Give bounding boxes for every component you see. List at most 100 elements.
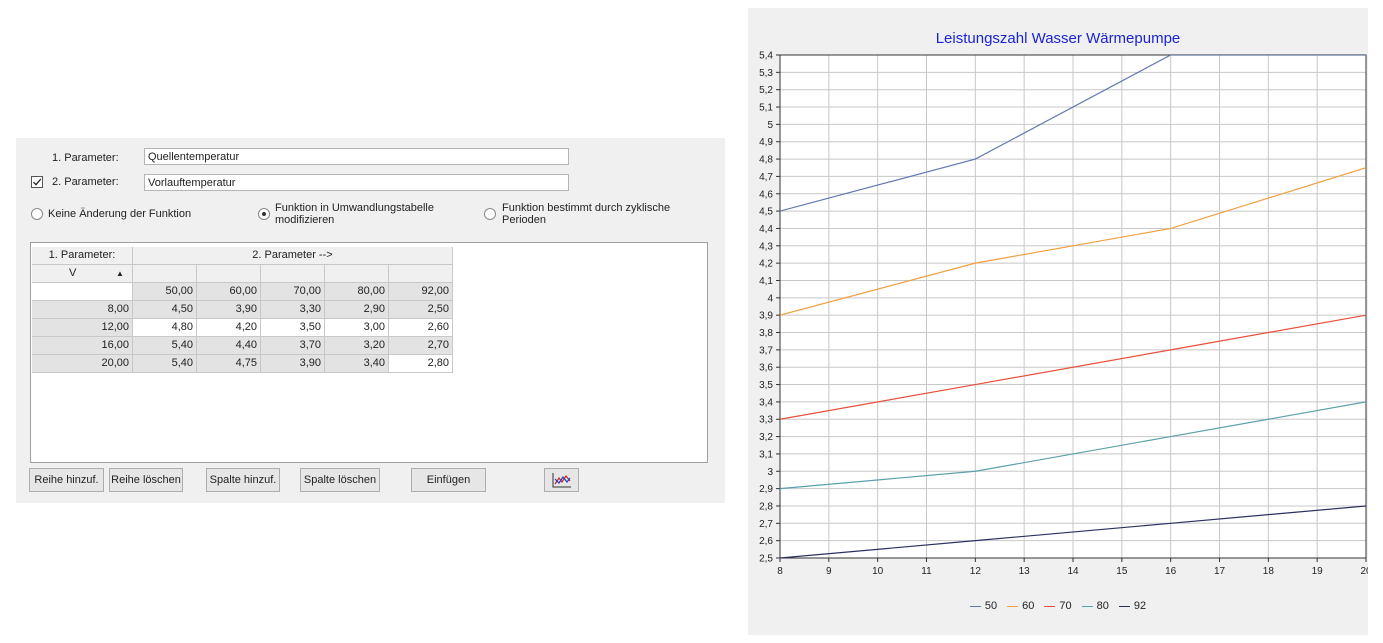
y-tick-label: 2,8 — [759, 501, 773, 512]
y-tick-label: 4,7 — [759, 172, 773, 183]
x-tick-label: 8 — [777, 566, 783, 577]
checkmark-icon — [33, 178, 42, 186]
delete-row-button[interactable]: Reihe löschen — [109, 468, 183, 492]
radio-no-change[interactable] — [31, 208, 43, 220]
legend-label: 80 — [1096, 600, 1109, 612]
table-cell[interactable]: 2,50 — [389, 301, 453, 319]
line-chart-icon — [552, 473, 571, 488]
y-tick-label: 5,2 — [759, 85, 773, 96]
table-cell[interactable]: 4,20 — [197, 319, 261, 337]
x-tick-label: 20 — [1360, 566, 1368, 577]
y-tick-label: 3,2 — [759, 432, 773, 443]
column-value-cell[interactable]: 60,00 — [197, 283, 261, 301]
y-tick-label: 3,8 — [759, 328, 773, 339]
table-cell[interactable]: 3,50 — [261, 319, 325, 337]
conversion-table-panel: 1. Parameter: Quellentemperatur 2. Param… — [16, 138, 725, 503]
y-tick-label: 3,6 — [759, 363, 773, 374]
y-tick-label: 4 — [767, 293, 773, 304]
radio-cyclic-periods[interactable] — [484, 208, 496, 220]
paste-button[interactable]: Einfügen — [411, 468, 486, 492]
table-cell[interactable]: 3,20 — [325, 337, 389, 355]
add-row-button[interactable]: Reihe hinzuf. — [29, 468, 104, 492]
table-cell[interactable]: 4,50 — [133, 301, 197, 319]
table-cell[interactable]: 3,90 — [261, 355, 325, 373]
param1-input[interactable]: Quellentemperatur — [144, 148, 569, 165]
y-tick-label: 3,7 — [759, 345, 773, 356]
cop-chart: Leistungszahl Wasser Wärmepumpe 8 9 10 11 12… — [748, 8, 1368, 635]
table-cell[interactable]: 2,90 — [325, 301, 389, 319]
y-tick-label: 4,9 — [759, 137, 773, 148]
column-subheader[interactable] — [261, 265, 325, 283]
y-tick-label: 4,8 — [759, 155, 773, 166]
column-value-cell[interactable]: 50,00 — [133, 283, 197, 301]
column-value-cell[interactable]: 80,00 — [325, 283, 389, 301]
y-tick-label: 2,5 — [759, 554, 773, 565]
corner-subheader-label: V — [69, 267, 77, 279]
table-cell[interactable]: 2,70 — [389, 337, 453, 355]
table-cell[interactable]: 2,80 — [389, 355, 453, 373]
x-tick-label: 17 — [1214, 566, 1226, 577]
show-chart-button[interactable] — [544, 468, 579, 492]
x-tick-label: 18 — [1263, 566, 1275, 577]
chart-plot: 8 9 10 11 12 13 14 15 16 17 18 19 20 2,5 2,6 2,7 2,8 2,9 3… — [759, 51, 1368, 578]
row-label-cell[interactable]: 16,00 — [32, 337, 133, 355]
radio-modify-table-label: Funktion in Umwandlungstabelle modifizie… — [275, 202, 434, 226]
legend-label: 92 — [1133, 600, 1147, 612]
column-subheader[interactable] — [133, 265, 197, 283]
table-cell[interactable]: 3,30 — [261, 301, 325, 319]
conversion-table[interactable]: 1. Parameter: 2. Parameter --> V ▲ 50,00… — [30, 242, 708, 463]
radio-modify-table[interactable] — [258, 208, 270, 220]
y-tick-label: 2,7 — [759, 519, 773, 530]
x-tick-label: 14 — [1067, 566, 1079, 577]
y-tick-label: 3,5 — [759, 380, 773, 391]
param2-label: 2. Parameter: — [52, 176, 119, 188]
column-subheader[interactable] — [325, 265, 389, 283]
y-tick-label: 5,1 — [759, 103, 773, 114]
table-cell[interactable]: 4,40 — [197, 337, 261, 355]
x-tick-label: 10 — [872, 566, 884, 577]
corner-header[interactable]: 1. Parameter: — [32, 247, 133, 265]
table-cell[interactable]: 3,70 — [261, 337, 325, 355]
legend-swatch — [1081, 605, 1093, 607]
param2-checkbox[interactable] — [31, 176, 43, 188]
legend-item-60: 60 — [1007, 600, 1034, 612]
table-cell[interactable]: 5,40 — [133, 355, 197, 373]
y-tick-label: 4,5 — [759, 207, 773, 218]
corner-subheader[interactable]: V ▲ — [32, 265, 133, 283]
table-cell[interactable]: 4,75 — [197, 355, 261, 373]
table-cell[interactable]: 3,00 — [325, 319, 389, 337]
row-label-cell[interactable]: 20,00 — [32, 355, 133, 373]
legend-label: 60 — [1022, 600, 1035, 612]
column-value-cell[interactable]: 92,00 — [389, 283, 453, 301]
param2-input[interactable]: Vorlauftemperatur — [144, 174, 569, 191]
table-cell[interactable]: 4,80 — [133, 319, 197, 337]
table-cell[interactable]: 3,90 — [197, 301, 261, 319]
add-column-button[interactable]: Spalte hinzuf. — [206, 468, 280, 492]
column-subheader[interactable] — [197, 265, 261, 283]
legend-label: 70 — [1059, 600, 1072, 612]
row-label-cell[interactable]: 8,00 — [32, 301, 133, 319]
corner-blank-cell[interactable] — [32, 283, 133, 301]
delete-column-button[interactable]: Spalte löschen — [300, 468, 380, 492]
row-label-cell[interactable]: 12,00 — [32, 319, 133, 337]
table-cell[interactable]: 5,40 — [133, 337, 197, 355]
x-tick-label: 9 — [826, 566, 832, 577]
y-tick-label: 3 — [767, 467, 773, 478]
y-tick-label: 3,4 — [759, 397, 773, 408]
y-tick-label: 4,6 — [759, 189, 773, 200]
y-tick-label: 5 — [767, 120, 773, 131]
legend-item-50: 50 — [969, 600, 997, 612]
column-subheader[interactable] — [389, 265, 453, 283]
y-tick-label: 4,1 — [759, 276, 773, 287]
column-value-cell[interactable]: 70,00 — [261, 283, 325, 301]
y-tick-label: 2,9 — [759, 484, 773, 495]
table-cell[interactable]: 2,60 — [389, 319, 453, 337]
legend-item-80: 80 — [1081, 600, 1109, 612]
group-header[interactable]: 2. Parameter --> — [133, 247, 453, 265]
chart-legend: 50 60 70 80 92 — [748, 600, 1368, 612]
y-tick-label: 4,3 — [759, 241, 773, 252]
table-cell[interactable]: 3,40 — [325, 355, 389, 373]
legend-item-70: 70 — [1044, 600, 1072, 612]
y-tick-label: 4,4 — [759, 224, 773, 235]
y-tick-label: 3,9 — [759, 311, 773, 322]
